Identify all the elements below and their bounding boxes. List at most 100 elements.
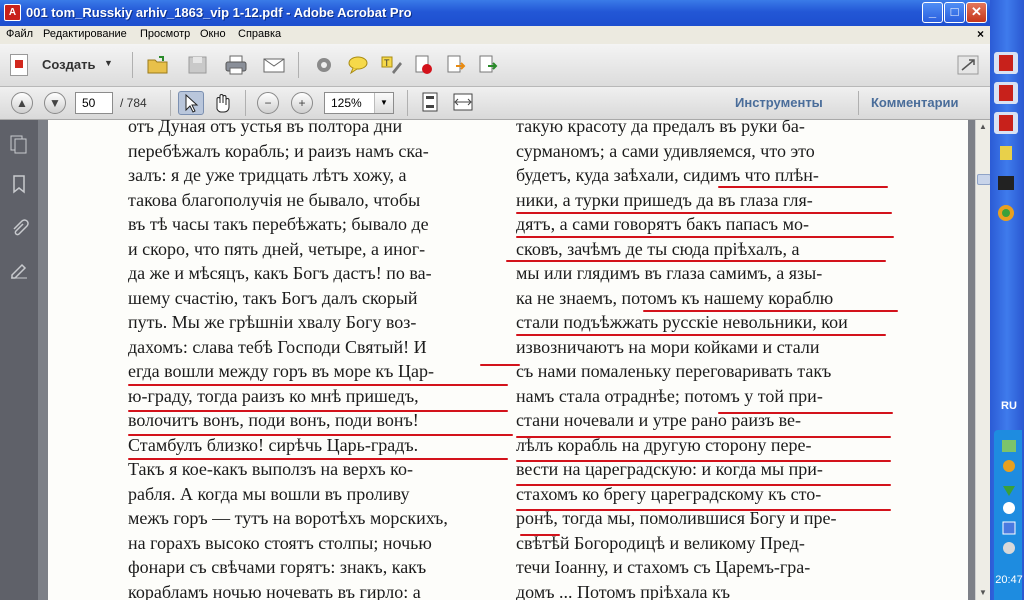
open-folder-icon[interactable] bbox=[146, 54, 170, 76]
underline-annotation[interactable] bbox=[516, 236, 894, 238]
text-line: съ нами помаленьку переговаривать такъ bbox=[516, 361, 832, 381]
hand-tool-icon[interactable] bbox=[210, 91, 234, 113]
toolbar-divider bbox=[245, 90, 246, 116]
text-line: стали подъѣжжать русскіе невольники, кои bbox=[516, 312, 848, 332]
taskbar-app-icon[interactable] bbox=[994, 142, 1018, 164]
chevron-down-icon[interactable]: ▼ bbox=[374, 93, 393, 113]
underline-annotation[interactable] bbox=[128, 458, 508, 460]
document-viewport[interactable]: отъ Дуная отъ устья въ полтора дни перебѣ… bbox=[38, 120, 975, 600]
text-line: сурманомъ; а сами удивляемся, что это bbox=[516, 140, 815, 161]
toolbar-divider bbox=[170, 90, 171, 116]
select-tool-icon[interactable] bbox=[178, 91, 204, 115]
window-title-bar[interactable]: A 001 tom_Russkiy arhiv_1863_vip 1-12.pd… bbox=[0, 0, 990, 26]
settings-gear-icon[interactable] bbox=[312, 54, 336, 76]
page-thumbnails-icon[interactable] bbox=[9, 134, 29, 154]
attachments-icon[interactable] bbox=[9, 218, 29, 238]
highlight-text-icon[interactable]: T bbox=[380, 54, 404, 76]
zoom-select[interactable]: 125% ▼ bbox=[324, 92, 394, 114]
comments-panel-link[interactable]: Комментарии bbox=[871, 95, 959, 110]
forward-icon[interactable] bbox=[476, 54, 500, 76]
fit-width-icon[interactable] bbox=[451, 91, 475, 113]
bookmarks-icon[interactable] bbox=[9, 174, 29, 194]
scrollbar-thumb[interactable] bbox=[977, 174, 991, 185]
menu-file[interactable]: Файл bbox=[6, 28, 33, 40]
underline-annotation[interactable] bbox=[128, 434, 513, 436]
text-line: будетъ, куда заѣхали, сидимъ что плѣн- bbox=[516, 165, 819, 185]
text-line: ка не знаемъ, потомъ къ нашему кораблю bbox=[516, 287, 834, 308]
chevron-down-icon: ▼ bbox=[104, 58, 113, 68]
scroll-up-icon[interactable]: ▲ bbox=[979, 122, 987, 131]
zoom-out-button[interactable]: − bbox=[257, 92, 279, 114]
acrobat-app-icon[interactable]: A bbox=[4, 4, 21, 21]
menu-edit[interactable]: Редактирование bbox=[43, 28, 127, 40]
signatures-icon[interactable] bbox=[9, 260, 29, 280]
text-line: шему счастію, такъ Богъ далъ скорый bbox=[128, 287, 418, 308]
taskbar-acrobat-window[interactable] bbox=[994, 52, 1018, 74]
text-line: перебѣжалъ корабль; и раизъ намъ ска- bbox=[128, 140, 429, 161]
taskbar-app-icon[interactable] bbox=[994, 172, 1018, 194]
minimize-button[interactable]: _ bbox=[922, 2, 943, 23]
email-icon[interactable] bbox=[262, 54, 286, 76]
underline-annotation[interactable] bbox=[718, 412, 893, 414]
fit-page-icon[interactable] bbox=[418, 91, 442, 113]
comment-bubble-icon[interactable] bbox=[346, 54, 370, 76]
toolbar-divider bbox=[132, 52, 133, 78]
underline-annotation[interactable] bbox=[128, 410, 508, 412]
tray-icons[interactable] bbox=[996, 436, 1024, 576]
maximize-button[interactable]: □ bbox=[944, 2, 965, 23]
export-icon[interactable] bbox=[444, 54, 468, 76]
text-line: такова благополучія не бывало, чтобы bbox=[128, 189, 421, 210]
underline-annotation[interactable] bbox=[516, 509, 891, 511]
navigation-toolbar: ▲ ▼ 50 / 784 − + 125% ▼ Инструменты Комм… bbox=[0, 87, 990, 120]
underline-annotation[interactable] bbox=[480, 364, 520, 366]
underline-annotation[interactable] bbox=[516, 460, 891, 462]
underline-annotation[interactable] bbox=[128, 384, 508, 386]
text-line: дахомъ: слава тебѣ Господи Святый! И bbox=[128, 336, 427, 357]
text-line: отъ Дуная отъ устья въ полтора дни bbox=[128, 120, 403, 136]
text-line: корабламъ ночью ночевать въ гирло: а bbox=[128, 581, 421, 600]
page-number-input[interactable]: 50 bbox=[75, 92, 113, 114]
menu-view[interactable]: Просмотр bbox=[140, 28, 190, 40]
toolbar-divider bbox=[298, 52, 299, 78]
zoom-value: 125% bbox=[331, 96, 362, 110]
underline-annotation[interactable] bbox=[718, 186, 888, 188]
text-line: путь. Мы же грѣшніи хвалу Богу воз- bbox=[128, 312, 417, 332]
close-document-icon[interactable]: × bbox=[977, 27, 984, 41]
language-indicator[interactable]: RU bbox=[1001, 400, 1017, 412]
window-title: 001 tom_Russkiy arhiv_1863_vip 1-12.pdf … bbox=[26, 5, 412, 20]
tools-panel-link[interactable]: Инструменты bbox=[735, 95, 823, 110]
main-toolbar: Создать ▼ T bbox=[0, 44, 990, 87]
text-line: фонари съ свѣчами горятъ: знакъ, какъ bbox=[128, 557, 427, 577]
taskbar-acrobat-window[interactable] bbox=[994, 112, 1018, 134]
scroll-down-icon[interactable]: ▼ bbox=[979, 588, 987, 597]
underline-annotation[interactable] bbox=[516, 436, 891, 438]
text-line: сковъ, зачѣмъ де ты сюда пріѣхалъ, а bbox=[516, 238, 800, 259]
underline-annotation[interactable] bbox=[520, 534, 560, 536]
underline-annotation[interactable] bbox=[516, 484, 891, 486]
next-page-button[interactable]: ▼ bbox=[44, 92, 66, 114]
text-line: ники, а турки пришедъ да въ глаза гля- bbox=[516, 189, 813, 210]
text-line: залъ: я де уже тридцать лѣтъ хожу, а bbox=[128, 165, 407, 185]
taskbar-app-icon[interactable] bbox=[994, 202, 1018, 224]
text-line: свѣтѣй Богородицѣ и великому Пред- bbox=[516, 532, 805, 553]
toolbar-divider bbox=[407, 90, 408, 116]
underline-annotation[interactable] bbox=[506, 260, 886, 262]
vertical-scrollbar[interactable]: ▲ ▼ bbox=[975, 120, 991, 600]
text-line: Такъ я кое-какъ выползъ на верхъ ко- bbox=[128, 459, 413, 479]
menu-window[interactable]: Окно bbox=[200, 28, 226, 40]
text-line: на горахъ высоко стоятъ столпы; ночью bbox=[128, 532, 432, 553]
create-button[interactable]: Создать ▼ bbox=[8, 52, 120, 78]
underline-annotation[interactable] bbox=[516, 212, 892, 214]
taskbar-acrobat-window[interactable] bbox=[994, 82, 1018, 104]
underline-annotation[interactable] bbox=[516, 334, 886, 336]
close-window-button[interactable]: ✕ bbox=[966, 2, 987, 23]
text-line: егда вошли между горъ въ море къ Цар- bbox=[128, 361, 434, 381]
print-icon[interactable] bbox=[224, 54, 248, 76]
previous-page-button[interactable]: ▲ bbox=[11, 92, 33, 114]
underline-annotation[interactable] bbox=[643, 310, 898, 312]
zoom-in-button[interactable]: + bbox=[291, 92, 313, 114]
menu-help[interactable]: Справка bbox=[238, 28, 281, 40]
delete-page-icon[interactable] bbox=[412, 54, 436, 76]
save-icon[interactable] bbox=[186, 54, 210, 76]
fullscreen-icon[interactable] bbox=[956, 54, 980, 76]
